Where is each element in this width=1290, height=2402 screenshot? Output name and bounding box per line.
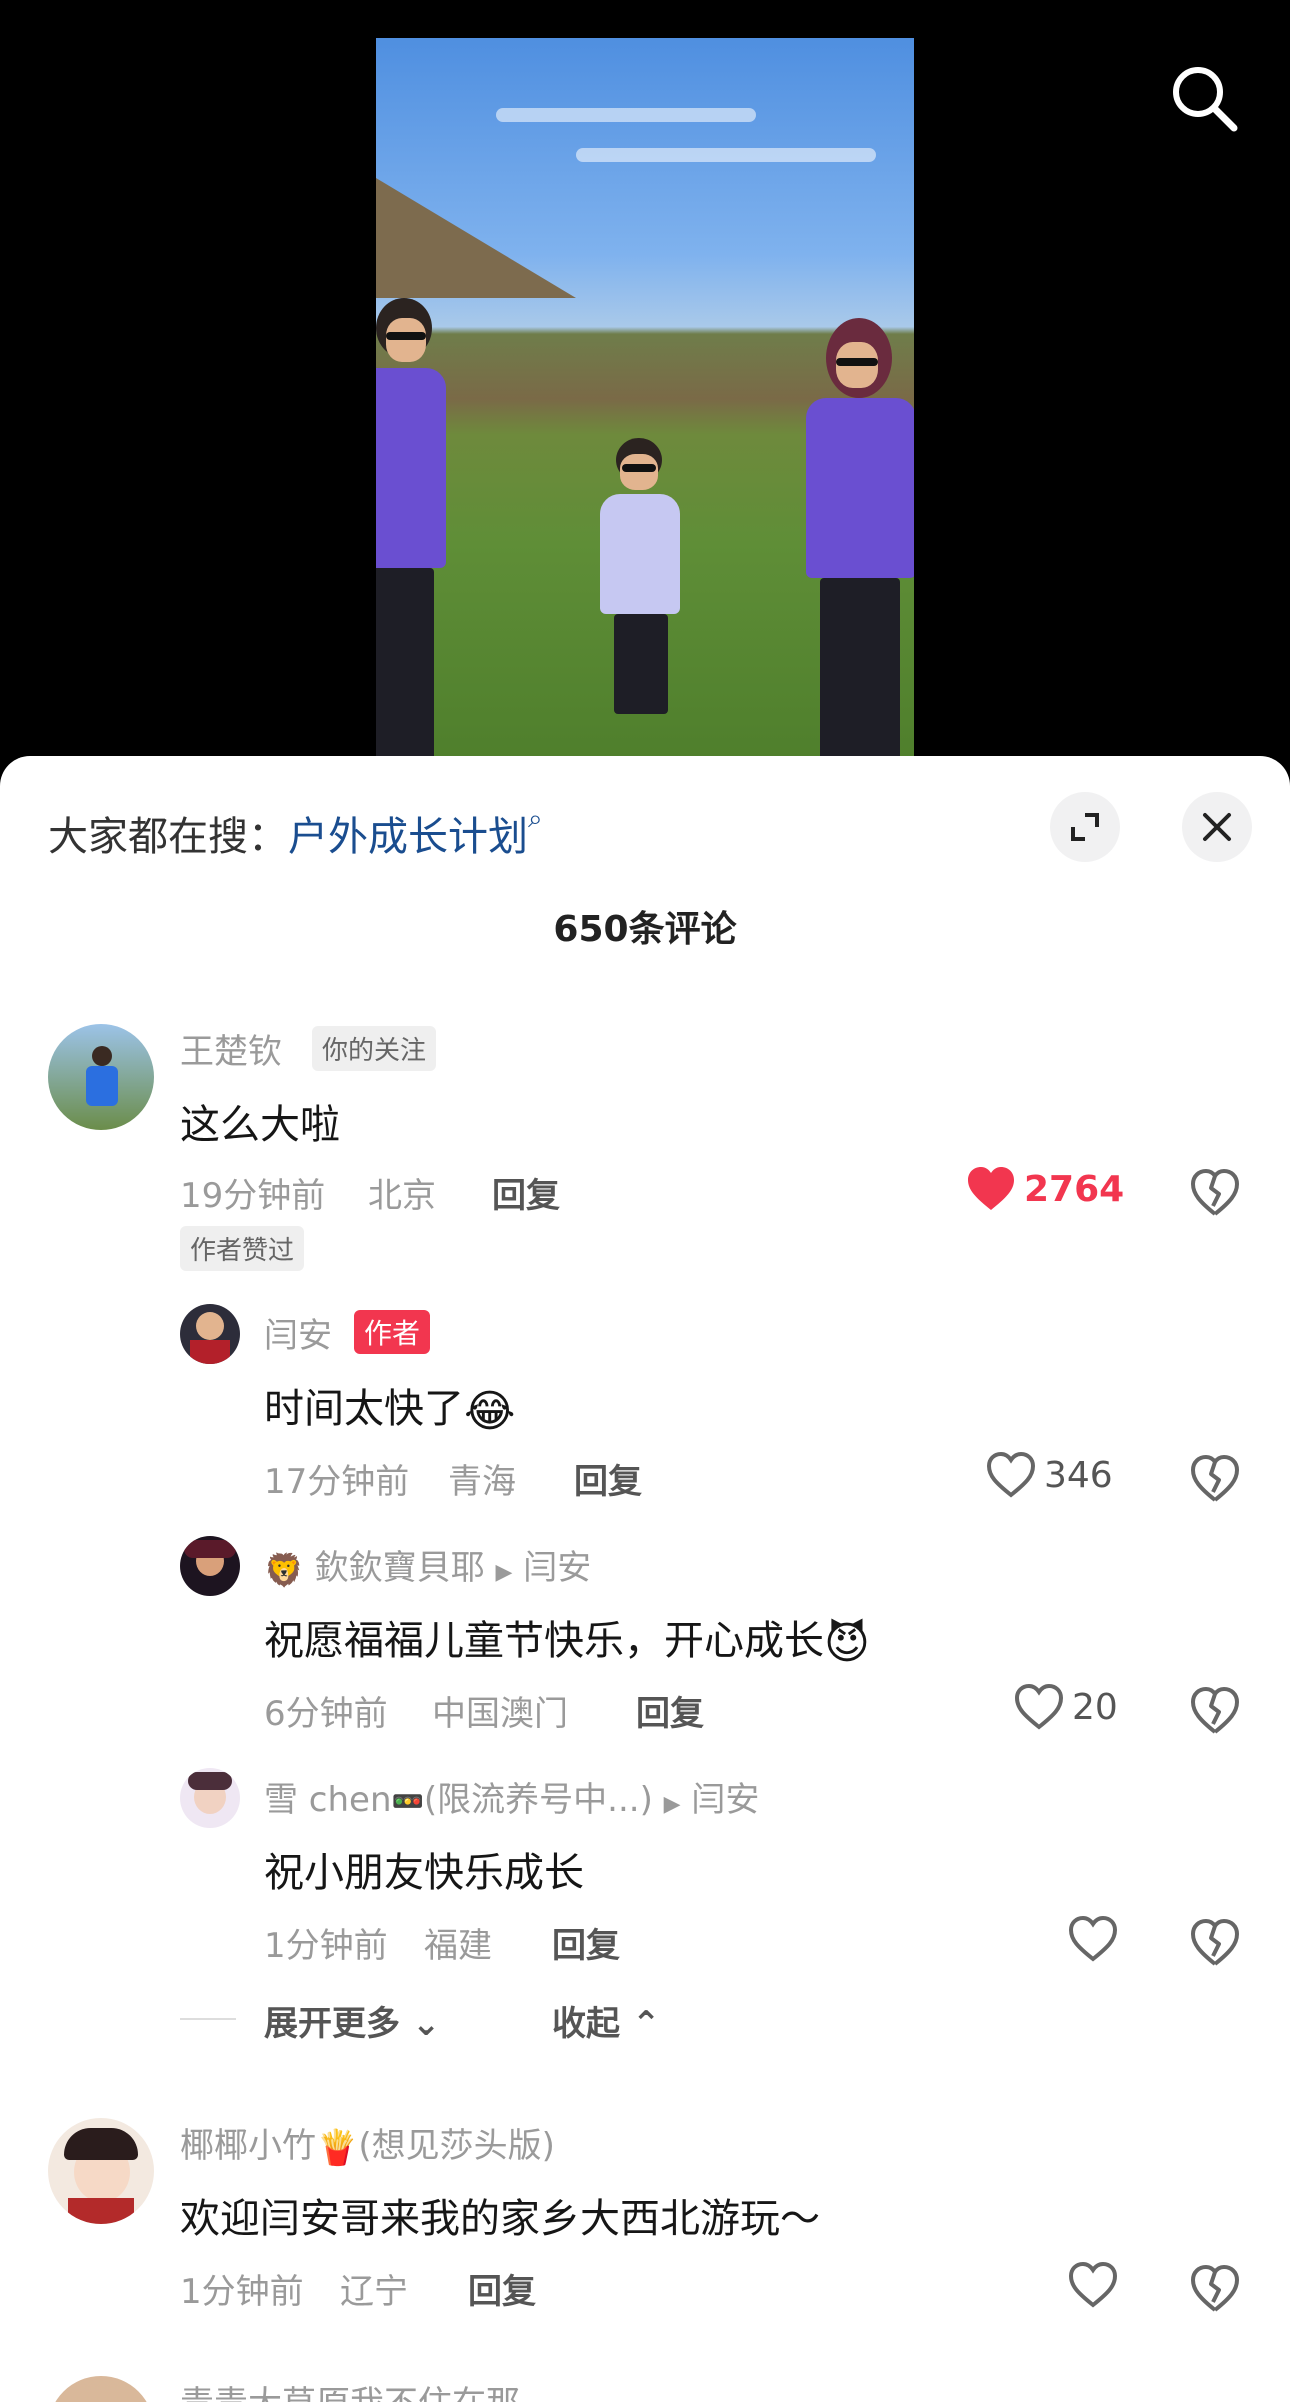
heart-icon — [1068, 1916, 1118, 1962]
lion-emoji-icon: 🦁 — [264, 1550, 304, 1589]
reply-button[interactable]: 回复 — [492, 1168, 560, 1217]
like-count: 20 — [1072, 1686, 1118, 1728]
heart-icon — [1068, 2262, 1118, 2308]
hot-search-keyword[interactable]: 户外成长计划 — [288, 814, 528, 860]
reply-button[interactable]: 回复 — [552, 1918, 620, 1967]
heart-icon — [1014, 1684, 1064, 1730]
avatar[interactable] — [48, 2118, 154, 2224]
reply-button[interactable]: 回复 — [636, 1686, 704, 1735]
chevron-up-icon: ⌃ — [631, 2004, 661, 2044]
close-icon — [1203, 813, 1231, 841]
like-button[interactable] — [1068, 1916, 1118, 1962]
comment-count: 650条评论 — [553, 909, 737, 950]
reply-text: 时间太快了😂 — [264, 1385, 516, 1437]
search-small-icon: ⌕ — [528, 804, 543, 834]
like-button[interactable]: 2764 — [966, 1166, 1124, 1212]
traffic-light-emoji-icon: 🚥 — [391, 1786, 424, 1817]
author-liked-tag: 作者赞过 — [180, 1226, 305, 1271]
dislike-icon[interactable] — [1190, 1454, 1240, 1504]
like-button[interactable] — [1068, 2262, 1118, 2308]
comment-text: 欢迎闫安哥来我的家乡大西北游玩～ — [180, 2196, 820, 2242]
follow-tag: 你的关注 — [312, 1026, 437, 1071]
divider — [180, 2018, 236, 2020]
comment-username[interactable]: 王楚钦 — [180, 1024, 282, 1073]
like-button[interactable]: 346 — [986, 1452, 1113, 1498]
fullscreen-button[interactable] — [1050, 792, 1120, 862]
heart-icon — [986, 1452, 1036, 1498]
heart-filled-icon — [968, 1167, 1014, 1210]
reply-location: 福建 — [424, 1926, 492, 1966]
comment-text: 这么大啦 — [180, 1102, 340, 1148]
avatar[interactable] — [180, 1304, 240, 1364]
reply-text: 祝小朋友快乐成长 — [264, 1850, 584, 1896]
expand-more-button[interactable]: 展开更多 ⌄ — [264, 1996, 440, 2045]
comment-location: 北京 — [368, 1176, 436, 1216]
reply-button[interactable]: 回复 — [574, 1454, 642, 1503]
video-player[interactable] — [376, 38, 914, 760]
like-count: 346 — [1044, 1454, 1113, 1496]
hot-search-bar[interactable]: 大家都在搜：户外成长计划⌕ — [48, 804, 543, 862]
dislike-icon[interactable] — [1190, 2264, 1240, 2314]
reply-location: 青海 — [448, 1462, 516, 1502]
laughing-tears-emoji-icon: 😂 — [464, 1385, 516, 1437]
avatar[interactable] — [48, 2376, 154, 2402]
like-button[interactable]: 20 — [1014, 1684, 1118, 1730]
reply-username[interactable]: 雪 chen🚥(限流养号中...) ▶ 闫安 — [264, 1772, 759, 1821]
chevron-down-icon: ⌄ — [411, 2004, 441, 2044]
author-tag: 作者 — [354, 1310, 431, 1354]
avatar[interactable] — [48, 1024, 154, 1130]
reply-time: 1分钟前 — [264, 1926, 388, 1966]
reply-time: 17分钟前 — [264, 1462, 410, 1502]
hot-search-prefix: 大家都在搜： — [48, 814, 288, 860]
fries-emoji-icon: 🍟 — [316, 2127, 359, 2168]
comment-sheet: 大家都在搜：户外成长计划⌕ 650条评论 王楚钦 你的关注 这么大啦 19分钟前… — [0, 756, 1290, 2402]
reply-time: 6分钟前 — [264, 1694, 388, 1734]
reply-username[interactable]: 闫安 — [264, 1308, 332, 1357]
fullscreen-icon — [1071, 813, 1099, 841]
dislike-icon[interactable] — [1190, 1918, 1240, 1968]
search-icon[interactable] — [1168, 62, 1240, 134]
comment-time: 1分钟前 — [180, 2272, 304, 2312]
reply-arrow-icon: ▶ — [495, 1560, 513, 1585]
comment-time: 19分钟前 — [180, 1176, 326, 1216]
comment-location: 辽宁 — [340, 2272, 408, 2312]
like-count: 2764 — [1024, 1168, 1125, 1210]
close-button[interactable] — [1182, 792, 1252, 862]
collapse-button[interactable]: 收起 ⌃ — [552, 1996, 660, 2045]
avatar[interactable] — [180, 1536, 240, 1596]
comment-username[interactable]: 青青大草原我不住在那 — [180, 2376, 520, 2402]
reply-button[interactable]: 回复 — [468, 2264, 536, 2313]
avatar[interactable] — [180, 1768, 240, 1828]
dislike-icon[interactable] — [1190, 1686, 1240, 1736]
reply-text: 祝愿福福儿童节快乐，开心成长😈 — [264, 1617, 870, 1669]
comment-username[interactable]: 椰椰小竹🍟(想见莎头版) — [180, 2118, 555, 2168]
reply-username[interactable]: 🦁 欽欽寶貝耶 ▶ 闫安 — [264, 1540, 591, 1589]
reply-arrow-icon: ▶ — [663, 1792, 681, 1817]
devil-emoji-icon: 😈 — [824, 1617, 870, 1669]
reply-location: 中国澳门 — [432, 1694, 568, 1734]
dislike-icon[interactable] — [1190, 1168, 1240, 1218]
